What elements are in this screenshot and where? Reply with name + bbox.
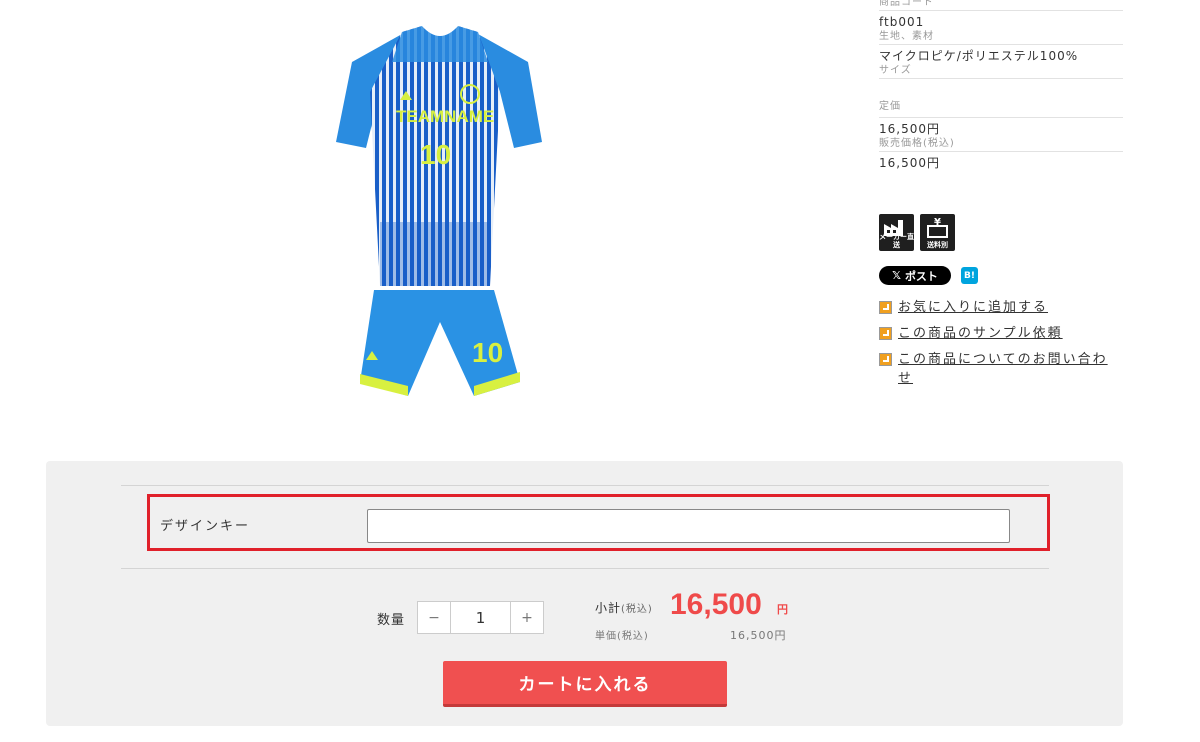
subtotal-label: 小計(税込) (595, 601, 653, 615)
divider (121, 485, 1049, 486)
product-spec: 商品コード ftb001 生地、素材 マイクロピケ/ポリエステル100% サイズ… (879, 0, 1123, 171)
product-code-label: 商品コード (879, 0, 934, 8)
product-image: TEAMNAME 10 10 (322, 22, 558, 404)
sale-price-label: 販売価格(税込) (879, 138, 955, 149)
favorite-link-text[interactable]: お気に入りに追加する (879, 298, 1119, 317)
jersey-team-name: TEAMNAME (396, 107, 494, 126)
unit-price-label: 単価(税込) (595, 631, 649, 642)
quantity-stepper: − 1 + (417, 601, 544, 634)
material-label: 生地、素材 (879, 31, 934, 42)
favorite-link[interactable]: お気に入りに追加する (879, 298, 1119, 317)
design-key-input[interactable] (367, 509, 1010, 543)
cart-panel: デザインキー 数量 − 1 + 小計(税込) 16,500 円 単価(税込) 1… (46, 461, 1123, 726)
uniform-illustration: TEAMNAME 10 10 (336, 26, 542, 396)
add-to-cart-button[interactable]: カートに入れる (443, 661, 727, 707)
quantity-label: 数量 (377, 613, 406, 628)
jersey-number: 10 (420, 139, 451, 170)
quantity-increase-button[interactable]: + (510, 602, 543, 633)
yen-box-icon: ¥ (927, 217, 948, 238)
quantity-decrease-button[interactable]: − (418, 602, 451, 633)
design-key-label: デザインキー (160, 519, 251, 534)
shipping-badge: ¥ 送料別 (920, 214, 955, 251)
size-label: サイズ (879, 65, 912, 76)
inquiry-link[interactable]: この商品についてのお問い合わせ (879, 350, 1119, 388)
sample-request-link[interactable]: この商品のサンプル依頼 (879, 324, 1119, 343)
sale-price-value: 16,500円 (879, 156, 940, 170)
x-logo-icon: 𝕏 (892, 269, 901, 282)
arrow-icon (879, 301, 892, 314)
unit-price-value: 16,500円 (730, 629, 787, 642)
sample-request-link-text[interactable]: この商品のサンプル依頼 (879, 324, 1119, 343)
shorts-number: 10 (472, 337, 503, 368)
quantity-value[interactable]: 1 (451, 602, 510, 633)
arrow-icon (879, 353, 892, 366)
arrow-icon (879, 327, 892, 340)
product-code-value: ftb001 (879, 15, 925, 29)
material-value: マイクロピケ/ポリエステル100% (879, 49, 1079, 63)
list-price-label: 定価 (879, 101, 901, 112)
hatena-bookmark-button[interactable]: B! (961, 267, 978, 284)
divider (121, 568, 1049, 569)
list-price-value: 16,500円 (879, 122, 940, 136)
shipping-text: 送料別 (927, 241, 948, 249)
x-post-button[interactable]: 𝕏 ポスト (879, 266, 951, 285)
x-post-label: ポスト (904, 269, 938, 283)
svg-text:¥: ¥ (934, 217, 941, 228)
direct-ship-text: メーカー直送 (879, 233, 914, 249)
direct-ship-badge: メーカー直送 (879, 214, 914, 251)
subtotal-value: 16,500 (670, 588, 762, 621)
inquiry-link-text[interactable]: この商品についてのお問い合わせ (879, 350, 1119, 388)
subtotal-currency: 円 (777, 603, 788, 616)
